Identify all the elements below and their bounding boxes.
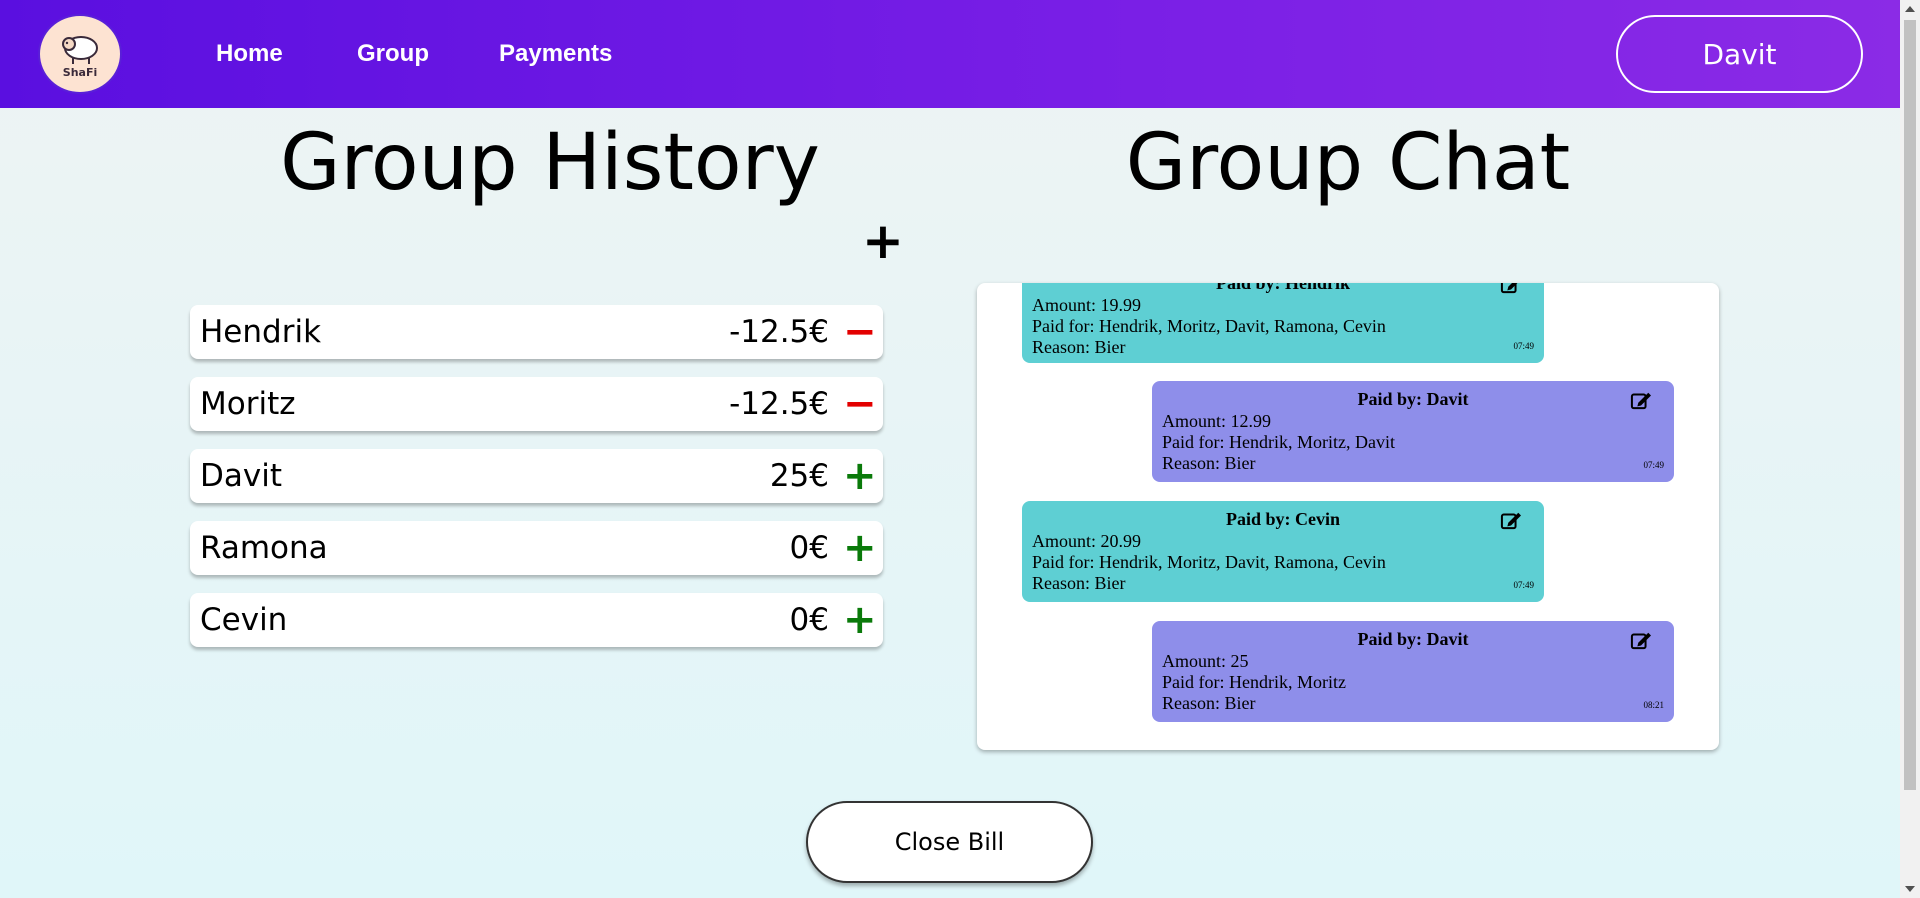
message-amount: Amount: 25: [1162, 651, 1249, 671]
member-row: Hendrik -12.5€ −: [190, 305, 883, 359]
top-navbar: ShaFi Home Group Payments Davit: [0, 0, 1900, 108]
message-time: 07:49: [1513, 580, 1534, 590]
message-reason: Reason: Bier: [1162, 693, 1256, 713]
chat-message: Paid by: Cevin Amount: 20.99 Paid for: H…: [1022, 501, 1544, 602]
member-name: Ramona: [200, 530, 328, 566]
edit-icon[interactable]: [1500, 510, 1522, 530]
message-reason: Reason: Bier: [1032, 337, 1126, 357]
scroll-up-arrow-icon[interactable]: [1905, 6, 1915, 12]
minus-icon[interactable]: −: [843, 312, 877, 352]
member-balance: 0€: [789, 602, 829, 638]
nav-group[interactable]: Group: [357, 40, 429, 68]
plus-icon[interactable]: +: [843, 456, 877, 496]
sheep-icon: [62, 35, 98, 64]
message-time: 07:49: [1643, 460, 1664, 470]
logo-text: ShaFi: [62, 65, 98, 79]
scroll-thumb[interactable]: [1904, 20, 1916, 790]
message-reason: Reason: Bier: [1032, 573, 1126, 593]
chat-message: Paid by: Hendrik Amount: 19.99 Paid for:…: [1022, 283, 1544, 363]
message-payer: Paid by: Davit: [1357, 389, 1469, 409]
message-time: 08:21: [1643, 700, 1664, 710]
message-time: 07:49: [1513, 341, 1534, 351]
member-name: Hendrik: [200, 314, 322, 350]
message-payer: Paid by: Cevin: [1225, 509, 1340, 529]
member-balance: 0€: [789, 530, 829, 566]
edit-icon[interactable]: [1630, 630, 1652, 650]
message-amount: Amount: 20.99: [1032, 531, 1142, 551]
logo[interactable]: ShaFi: [38, 14, 122, 94]
member-name: Davit: [200, 458, 282, 494]
chat-message: Paid by: Davit Amount: 25 Paid for: Hend…: [1152, 621, 1674, 722]
user-button[interactable]: Davit: [1616, 15, 1863, 93]
edit-icon[interactable]: [1500, 283, 1522, 294]
group-history-title: Group History: [280, 118, 820, 208]
group-chat-title: Group Chat: [1125, 118, 1571, 208]
member-row: Davit 25€ +: [190, 449, 883, 503]
member-balance: -12.5€: [729, 314, 829, 350]
member-row: Ramona 0€ +: [190, 521, 883, 575]
message-payer: Paid by: Davit: [1357, 629, 1469, 649]
message-paid-for: Paid for: Hendrik, Moritz: [1162, 672, 1346, 692]
message-payer: Paid by: Hendrik: [1215, 283, 1351, 293]
message-amount: Amount: 19.99: [1032, 295, 1142, 315]
edit-icon[interactable]: [1630, 390, 1652, 410]
member-row: Moritz -12.5€ −: [190, 377, 883, 431]
plus-icon[interactable]: +: [843, 600, 877, 640]
message-amount: Amount: 12.99: [1162, 411, 1272, 431]
message-paid-for: Paid for: Hendrik, Moritz, Davit, Ramona…: [1032, 552, 1386, 572]
plus-icon[interactable]: +: [843, 528, 877, 568]
minus-icon[interactable]: −: [843, 384, 877, 424]
member-balance: 25€: [769, 458, 829, 494]
message-paid-for: Paid for: Hendrik, Moritz, Davit, Ramona…: [1032, 316, 1386, 336]
chat-panel[interactable]: Paid by: Hendrik Amount: 19.99 Paid for:…: [977, 283, 1719, 750]
member-balance: -12.5€: [729, 386, 829, 422]
member-row: Cevin 0€ +: [190, 593, 883, 647]
member-name: Cevin: [200, 602, 288, 638]
nav-home[interactable]: Home: [216, 40, 283, 68]
close-bill-button[interactable]: Close Bill: [806, 801, 1093, 883]
message-reason: Reason: Bier: [1162, 453, 1256, 473]
nav-payments[interactable]: Payments: [499, 40, 612, 68]
member-name: Moritz: [200, 386, 296, 422]
add-payment-button[interactable]: +: [862, 216, 904, 266]
message-paid-for: Paid for: Hendrik, Moritz, Davit: [1162, 432, 1395, 452]
chat-message: Paid by: Davit Amount: 12.99 Paid for: H…: [1152, 381, 1674, 482]
page-scrollbar[interactable]: [1900, 0, 1920, 898]
scroll-down-arrow-icon[interactable]: [1905, 886, 1915, 892]
